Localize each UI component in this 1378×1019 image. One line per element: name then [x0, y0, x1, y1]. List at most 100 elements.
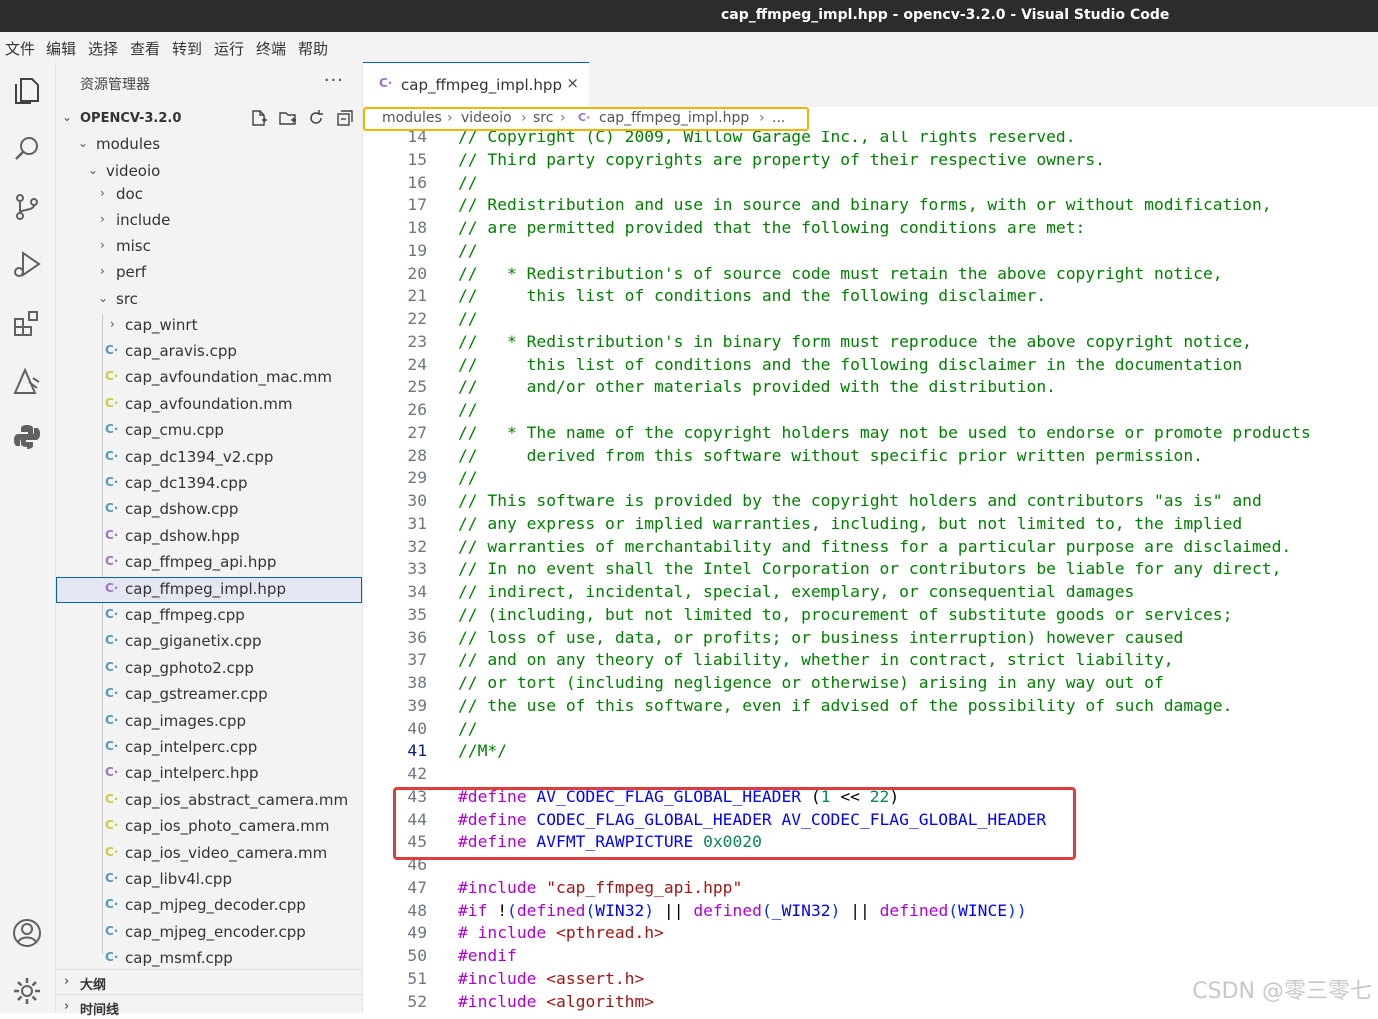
- breadcrumb-videoio[interactable]: videoio: [461, 110, 512, 126]
- code-token: <assert.h>: [546, 968, 645, 988]
- file-item[interactable]: C· cap_dshow.hpp: [56, 524, 362, 550]
- cpp-file-icon: C·: [105, 686, 119, 701]
- code-text: //M*/: [458, 741, 508, 761]
- tab-label: cap_ffmpeg_impl.hpp: [401, 76, 562, 94]
- code-token: !: [497, 900, 508, 920]
- menu-file[interactable]: 文件: [5, 38, 35, 59]
- breadcrumb-symbols[interactable]: ...: [772, 110, 785, 126]
- account-icon[interactable]: [8, 914, 46, 952]
- folder-label: include: [116, 211, 171, 229]
- file-label: cap_cmu.cpp: [125, 421, 224, 440]
- file-label: cap_ffmpeg_impl.hpp: [125, 579, 286, 598]
- more-actions-icon[interactable]: ···: [324, 70, 344, 91]
- file-item[interactable]: C· cap_dc1394_v2.cpp: [56, 445, 362, 471]
- file-item[interactable]: C· cap_intelperc.cpp: [56, 735, 362, 761]
- line-number: 14: [407, 131, 427, 146]
- folder-modules[interactable]: ⌄ modules: [56, 132, 362, 158]
- close-icon[interactable]: ×: [566, 74, 579, 92]
- file-label: cap_ios_photo_camera.mm: [125, 817, 330, 836]
- menu-run[interactable]: 运行: [214, 38, 244, 59]
- menu-edit[interactable]: 编辑: [46, 38, 76, 59]
- timeline-section[interactable]: › 时间线: [56, 994, 362, 1019]
- folder-src[interactable]: ⌄ src: [56, 287, 362, 313]
- folder-include[interactable]: › include: [56, 208, 362, 234]
- outline-label: 大纲: [80, 978, 107, 993]
- code-token: ||: [840, 900, 880, 920]
- file-item[interactable]: C· cap_avfoundation.mm: [56, 392, 362, 418]
- run-debug-icon[interactable]: [8, 246, 46, 284]
- line-number: 51: [407, 968, 427, 988]
- folder-cap-winrt[interactable]: › cap_winrt: [56, 313, 362, 339]
- line-number: 40: [407, 718, 427, 738]
- new-folder-icon[interactable]: [278, 109, 298, 131]
- code-line: 31 // any express or implied warranties, …: [363, 514, 1378, 537]
- menu-go[interactable]: 转到: [172, 38, 202, 59]
- remote-icon[interactable]: [8, 362, 46, 400]
- file-item[interactable]: C· cap_ios_photo_camera.mm: [56, 814, 362, 840]
- breadcrumb: modules › videoio › src › C· cap_ffmpeg_…: [363, 107, 1378, 131]
- settings-gear-icon[interactable]: [8, 972, 46, 1010]
- folder-misc[interactable]: › misc: [56, 234, 362, 260]
- file-item[interactable]: C· cap_dshow.cpp: [56, 497, 362, 523]
- file-item[interactable]: C· cap_ffmpeg_api.hpp: [56, 550, 362, 576]
- code-text: // * Redistribution's of source code mus…: [458, 263, 1223, 283]
- extensions-icon[interactable]: [8, 304, 46, 342]
- outline-section[interactable]: › 大纲: [56, 969, 362, 994]
- code-text: //: [458, 240, 478, 260]
- search-icon[interactable]: [8, 130, 46, 168]
- breadcrumb-file[interactable]: cap_ffmpeg_impl.hpp: [599, 110, 749, 126]
- menu-view[interactable]: 查看: [130, 38, 160, 59]
- file-item[interactable]: C· cap_intelperc.hpp: [56, 761, 362, 787]
- code-token: #include: [458, 991, 547, 1011]
- file-label: cap_mjpeg_encoder.cpp: [125, 922, 306, 941]
- file-item[interactable]: C· cap_cmu.cpp: [56, 418, 362, 444]
- code-line: 24 // this list of conditions and the fol…: [363, 355, 1378, 378]
- folder-doc[interactable]: › doc: [56, 182, 362, 208]
- collapse-all-icon[interactable]: [336, 109, 354, 131]
- file-item[interactable]: C· cap_ios_abstract_camera.mm: [56, 788, 362, 814]
- breadcrumb-src[interactable]: src: [533, 110, 553, 126]
- line-number: 48: [407, 900, 427, 920]
- menu-help[interactable]: 帮助: [298, 38, 328, 59]
- cpp-header-file-icon: C·: [105, 765, 119, 780]
- code-text: // Redistribution and use in source and …: [458, 195, 1272, 215]
- file-item[interactable]: C· cap_ffmpeg_impl.hpp: [56, 576, 362, 603]
- python-icon[interactable]: [8, 418, 46, 456]
- breadcrumb-modules[interactable]: modules: [382, 110, 442, 126]
- code-text: // any express or implied warranties, in…: [458, 513, 1243, 533]
- cpp-header-file-icon: C·: [578, 111, 591, 124]
- file-item[interactable]: C· cap_ios_video_camera.mm: [56, 841, 362, 867]
- file-item[interactable]: C· cap_aravis.cpp: [56, 339, 362, 365]
- menu-selection[interactable]: 选择: [88, 38, 118, 59]
- code-text: //: [458, 718, 478, 738]
- code-text: // loss of use, data, or profits; or bus…: [458, 627, 1184, 647]
- tab-cap-ffmpeg-impl[interactable]: C· cap_ffmpeg_impl.hpp ×: [363, 62, 589, 108]
- file-item[interactable]: C· cap_mjpeg_decoder.cpp: [56, 893, 362, 919]
- chevron-down-icon: ⌄: [62, 110, 73, 124]
- file-item[interactable]: C· cap_libv4l.cpp: [56, 867, 362, 893]
- file-item[interactable]: C· cap_images.cpp: [56, 709, 362, 735]
- refresh-icon[interactable]: [307, 109, 325, 131]
- code-editor[interactable]: 14 // Copyright (C) 2009, Willow Garage I…: [363, 131, 1378, 1013]
- file-item[interactable]: C· cap_mjpeg_encoder.cpp: [56, 920, 362, 946]
- code-text: // Third party copyrights are property o…: [458, 149, 1105, 169]
- code-token: ): [644, 900, 655, 920]
- code-line: 34 // indirect, incidental, special, exem…: [363, 582, 1378, 605]
- source-control-icon[interactable]: [8, 188, 46, 226]
- file-item[interactable]: C· cap_gphoto2.cpp: [56, 656, 362, 682]
- menu-terminal[interactable]: 终端: [256, 38, 286, 59]
- line-number: 25: [407, 377, 427, 397]
- file-item[interactable]: C· cap_avfoundation_mac.mm: [56, 365, 362, 391]
- code-line: 37 // and on any theory of liability, whe…: [363, 650, 1378, 673]
- line-number: 27: [407, 422, 427, 442]
- file-item[interactable]: C· cap_gstreamer.cpp: [56, 682, 362, 708]
- file-item[interactable]: C· cap_giganetix.cpp: [56, 629, 362, 655]
- workspace-root[interactable]: ⌄ OPENCV-3.2.0: [56, 106, 362, 132]
- explorer-icon[interactable]: [8, 72, 46, 110]
- code-line: 35 // (including, but not limited to, pro…: [363, 605, 1378, 628]
- new-file-icon[interactable]: [250, 109, 268, 131]
- file-item[interactable]: C· cap_dc1394.cpp: [56, 471, 362, 497]
- file-item[interactable]: C· cap_ffmpeg.cpp: [56, 603, 362, 629]
- folder-perf[interactable]: › perf: [56, 260, 362, 286]
- code-text: // or tort (including negligence or othe…: [458, 673, 1164, 692]
